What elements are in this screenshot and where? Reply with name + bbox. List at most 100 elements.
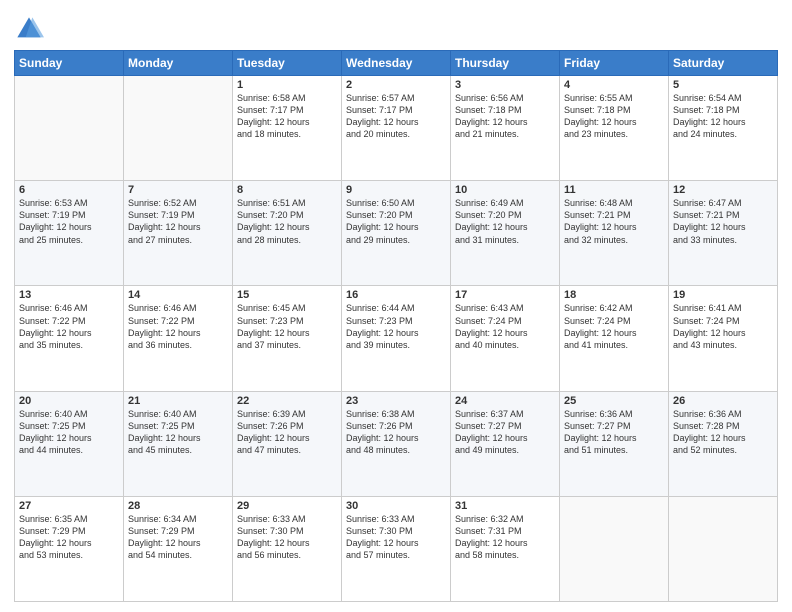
- day-number: 18: [564, 289, 664, 301]
- calendar-table: SundayMondayTuesdayWednesdayThursdayFrid…: [14, 50, 778, 602]
- day-number: 8: [237, 184, 337, 196]
- day-info: Sunrise: 6:45 AM Sunset: 7:23 PM Dayligh…: [237, 302, 337, 351]
- day-info: Sunrise: 6:46 AM Sunset: 7:22 PM Dayligh…: [128, 302, 228, 351]
- day-info: Sunrise: 6:54 AM Sunset: 7:18 PM Dayligh…: [673, 92, 773, 141]
- day-number: 27: [19, 500, 119, 512]
- calendar-cell: 20Sunrise: 6:40 AM Sunset: 7:25 PM Dayli…: [15, 391, 124, 496]
- day-number: 17: [455, 289, 555, 301]
- calendar-cell: 31Sunrise: 6:32 AM Sunset: 7:31 PM Dayli…: [451, 496, 560, 601]
- day-info: Sunrise: 6:51 AM Sunset: 7:20 PM Dayligh…: [237, 197, 337, 246]
- calendar-cell: 2Sunrise: 6:57 AM Sunset: 7:17 PM Daylig…: [342, 76, 451, 181]
- day-number: 23: [346, 395, 446, 407]
- day-info: Sunrise: 6:34 AM Sunset: 7:29 PM Dayligh…: [128, 513, 228, 562]
- calendar-cell: 16Sunrise: 6:44 AM Sunset: 7:23 PM Dayli…: [342, 286, 451, 391]
- day-number: 7: [128, 184, 228, 196]
- day-number: 24: [455, 395, 555, 407]
- day-number: 12: [673, 184, 773, 196]
- day-info: Sunrise: 6:36 AM Sunset: 7:28 PM Dayligh…: [673, 408, 773, 457]
- calendar-cell: 22Sunrise: 6:39 AM Sunset: 7:26 PM Dayli…: [233, 391, 342, 496]
- calendar-cell: 17Sunrise: 6:43 AM Sunset: 7:24 PM Dayli…: [451, 286, 560, 391]
- day-number: 20: [19, 395, 119, 407]
- day-number: 15: [237, 289, 337, 301]
- day-info: Sunrise: 6:55 AM Sunset: 7:18 PM Dayligh…: [564, 92, 664, 141]
- day-info: Sunrise: 6:33 AM Sunset: 7:30 PM Dayligh…: [237, 513, 337, 562]
- day-number: 9: [346, 184, 446, 196]
- calendar-cell: [669, 496, 778, 601]
- day-info: Sunrise: 6:52 AM Sunset: 7:19 PM Dayligh…: [128, 197, 228, 246]
- calendar-cell: 13Sunrise: 6:46 AM Sunset: 7:22 PM Dayli…: [15, 286, 124, 391]
- day-number: 3: [455, 79, 555, 91]
- day-info: Sunrise: 6:42 AM Sunset: 7:24 PM Dayligh…: [564, 302, 664, 351]
- day-info: Sunrise: 6:48 AM Sunset: 7:21 PM Dayligh…: [564, 197, 664, 246]
- calendar-cell: [15, 76, 124, 181]
- calendar-cell: 30Sunrise: 6:33 AM Sunset: 7:30 PM Dayli…: [342, 496, 451, 601]
- day-info: Sunrise: 6:44 AM Sunset: 7:23 PM Dayligh…: [346, 302, 446, 351]
- calendar-cell: 18Sunrise: 6:42 AM Sunset: 7:24 PM Dayli…: [560, 286, 669, 391]
- day-info: Sunrise: 6:35 AM Sunset: 7:29 PM Dayligh…: [19, 513, 119, 562]
- day-info: Sunrise: 6:38 AM Sunset: 7:26 PM Dayligh…: [346, 408, 446, 457]
- day-info: Sunrise: 6:47 AM Sunset: 7:21 PM Dayligh…: [673, 197, 773, 246]
- calendar-cell: 9Sunrise: 6:50 AM Sunset: 7:20 PM Daylig…: [342, 181, 451, 286]
- calendar-cell: 7Sunrise: 6:52 AM Sunset: 7:19 PM Daylig…: [124, 181, 233, 286]
- day-number: 5: [673, 79, 773, 91]
- day-info: Sunrise: 6:49 AM Sunset: 7:20 PM Dayligh…: [455, 197, 555, 246]
- calendar-cell: 4Sunrise: 6:55 AM Sunset: 7:18 PM Daylig…: [560, 76, 669, 181]
- calendar-header-sunday: Sunday: [15, 51, 124, 76]
- day-info: Sunrise: 6:43 AM Sunset: 7:24 PM Dayligh…: [455, 302, 555, 351]
- calendar-cell: 24Sunrise: 6:37 AM Sunset: 7:27 PM Dayli…: [451, 391, 560, 496]
- calendar-cell: 19Sunrise: 6:41 AM Sunset: 7:24 PM Dayli…: [669, 286, 778, 391]
- calendar-cell: 8Sunrise: 6:51 AM Sunset: 7:20 PM Daylig…: [233, 181, 342, 286]
- calendar-header-thursday: Thursday: [451, 51, 560, 76]
- calendar-header-wednesday: Wednesday: [342, 51, 451, 76]
- calendar-header-saturday: Saturday: [669, 51, 778, 76]
- day-number: 13: [19, 289, 119, 301]
- calendar-cell: 21Sunrise: 6:40 AM Sunset: 7:25 PM Dayli…: [124, 391, 233, 496]
- day-number: 6: [19, 184, 119, 196]
- calendar-cell: 29Sunrise: 6:33 AM Sunset: 7:30 PM Dayli…: [233, 496, 342, 601]
- day-info: Sunrise: 6:50 AM Sunset: 7:20 PM Dayligh…: [346, 197, 446, 246]
- calendar-cell: 3Sunrise: 6:56 AM Sunset: 7:18 PM Daylig…: [451, 76, 560, 181]
- day-number: 11: [564, 184, 664, 196]
- calendar-week-row: 6Sunrise: 6:53 AM Sunset: 7:19 PM Daylig…: [15, 181, 778, 286]
- calendar-cell: 15Sunrise: 6:45 AM Sunset: 7:23 PM Dayli…: [233, 286, 342, 391]
- day-info: Sunrise: 6:39 AM Sunset: 7:26 PM Dayligh…: [237, 408, 337, 457]
- calendar-cell: 11Sunrise: 6:48 AM Sunset: 7:21 PM Dayli…: [560, 181, 669, 286]
- day-number: 10: [455, 184, 555, 196]
- calendar-cell: 25Sunrise: 6:36 AM Sunset: 7:27 PM Dayli…: [560, 391, 669, 496]
- day-info: Sunrise: 6:40 AM Sunset: 7:25 PM Dayligh…: [128, 408, 228, 457]
- day-number: 2: [346, 79, 446, 91]
- calendar-cell: 6Sunrise: 6:53 AM Sunset: 7:19 PM Daylig…: [15, 181, 124, 286]
- page: SundayMondayTuesdayWednesdayThursdayFrid…: [0, 0, 792, 612]
- day-number: 25: [564, 395, 664, 407]
- calendar-cell: 10Sunrise: 6:49 AM Sunset: 7:20 PM Dayli…: [451, 181, 560, 286]
- calendar-week-row: 27Sunrise: 6:35 AM Sunset: 7:29 PM Dayli…: [15, 496, 778, 601]
- day-info: Sunrise: 6:56 AM Sunset: 7:18 PM Dayligh…: [455, 92, 555, 141]
- calendar-week-row: 20Sunrise: 6:40 AM Sunset: 7:25 PM Dayli…: [15, 391, 778, 496]
- day-number: 21: [128, 395, 228, 407]
- day-info: Sunrise: 6:32 AM Sunset: 7:31 PM Dayligh…: [455, 513, 555, 562]
- calendar-cell: 1Sunrise: 6:58 AM Sunset: 7:17 PM Daylig…: [233, 76, 342, 181]
- calendar-cell: 12Sunrise: 6:47 AM Sunset: 7:21 PM Dayli…: [669, 181, 778, 286]
- day-number: 31: [455, 500, 555, 512]
- calendar-header-row: SundayMondayTuesdayWednesdayThursdayFrid…: [15, 51, 778, 76]
- calendar-cell: 26Sunrise: 6:36 AM Sunset: 7:28 PM Dayli…: [669, 391, 778, 496]
- header: [14, 10, 778, 44]
- calendar-header-tuesday: Tuesday: [233, 51, 342, 76]
- day-number: 1: [237, 79, 337, 91]
- day-info: Sunrise: 6:36 AM Sunset: 7:27 PM Dayligh…: [564, 408, 664, 457]
- day-info: Sunrise: 6:58 AM Sunset: 7:17 PM Dayligh…: [237, 92, 337, 141]
- day-info: Sunrise: 6:40 AM Sunset: 7:25 PM Dayligh…: [19, 408, 119, 457]
- calendar-cell: 23Sunrise: 6:38 AM Sunset: 7:26 PM Dayli…: [342, 391, 451, 496]
- day-number: 22: [237, 395, 337, 407]
- day-info: Sunrise: 6:33 AM Sunset: 7:30 PM Dayligh…: [346, 513, 446, 562]
- calendar-cell: 28Sunrise: 6:34 AM Sunset: 7:29 PM Dayli…: [124, 496, 233, 601]
- calendar-cell: 27Sunrise: 6:35 AM Sunset: 7:29 PM Dayli…: [15, 496, 124, 601]
- calendar-week-row: 13 Sunrise: 6:46 AM Sunset: 7:22 PM Dayli…: [15, 286, 778, 391]
- calendar-cell: 14Sunrise: 6:46 AM Sunset: 7:22 PM Dayli…: [124, 286, 233, 391]
- calendar-cell: 5Sunrise: 6:54 AM Sunset: 7:18 PM Daylig…: [669, 76, 778, 181]
- day-number: 30: [346, 500, 446, 512]
- day-number: 14: [128, 289, 228, 301]
- day-info: Sunrise: 6:53 AM Sunset: 7:19 PM Dayligh…: [19, 197, 119, 246]
- day-number: 16: [346, 289, 446, 301]
- day-number: 29: [237, 500, 337, 512]
